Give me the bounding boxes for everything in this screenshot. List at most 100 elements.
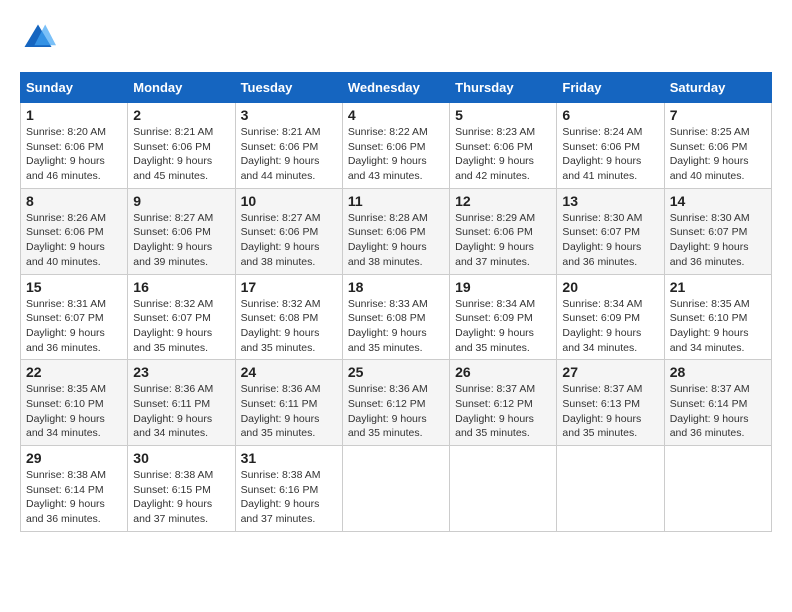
calendar-cell [342,446,449,532]
day-number: 1 [26,107,122,123]
calendar-cell: 7 Sunrise: 8:25 AMSunset: 6:06 PMDayligh… [664,103,771,189]
day-number: 26 [455,364,551,380]
day-info: Sunrise: 8:31 AMSunset: 6:07 PMDaylight:… [26,298,106,354]
day-number: 7 [670,107,766,123]
calendar-cell: 25 Sunrise: 8:36 AMSunset: 6:12 PMDaylig… [342,360,449,446]
day-info: Sunrise: 8:27 AMSunset: 6:06 PMDaylight:… [241,212,321,268]
day-info: Sunrise: 8:36 AMSunset: 6:11 PMDaylight:… [133,383,213,439]
day-info: Sunrise: 8:38 AMSunset: 6:14 PMDaylight:… [26,469,106,525]
day-info: Sunrise: 8:34 AMSunset: 6:09 PMDaylight:… [562,298,642,354]
day-number: 23 [133,364,229,380]
calendar-cell: 17 Sunrise: 8:32 AMSunset: 6:08 PMDaylig… [235,274,342,360]
weekday-header: Wednesday [342,73,449,103]
calendar-cell: 3 Sunrise: 8:21 AMSunset: 6:06 PMDayligh… [235,103,342,189]
day-number: 16 [133,279,229,295]
day-info: Sunrise: 8:38 AMSunset: 6:15 PMDaylight:… [133,469,213,525]
day-number: 24 [241,364,337,380]
calendar-body: 1 Sunrise: 8:20 AMSunset: 6:06 PMDayligh… [21,103,772,532]
day-info: Sunrise: 8:35 AMSunset: 6:10 PMDaylight:… [26,383,106,439]
day-info: Sunrise: 8:22 AMSunset: 6:06 PMDaylight:… [348,126,428,182]
calendar-cell: 24 Sunrise: 8:36 AMSunset: 6:11 PMDaylig… [235,360,342,446]
day-info: Sunrise: 8:23 AMSunset: 6:06 PMDaylight:… [455,126,535,182]
day-info: Sunrise: 8:25 AMSunset: 6:06 PMDaylight:… [670,126,750,182]
calendar-cell: 13 Sunrise: 8:30 AMSunset: 6:07 PMDaylig… [557,188,664,274]
calendar-cell: 29 Sunrise: 8:38 AMSunset: 6:14 PMDaylig… [21,446,128,532]
day-info: Sunrise: 8:29 AMSunset: 6:06 PMDaylight:… [455,212,535,268]
calendar-cell [450,446,557,532]
day-info: Sunrise: 8:37 AMSunset: 6:14 PMDaylight:… [670,383,750,439]
calendar-cell: 4 Sunrise: 8:22 AMSunset: 6:06 PMDayligh… [342,103,449,189]
calendar-week-row: 29 Sunrise: 8:38 AMSunset: 6:14 PMDaylig… [21,446,772,532]
weekday-header: Monday [128,73,235,103]
weekday-header: Friday [557,73,664,103]
calendar-cell: 14 Sunrise: 8:30 AMSunset: 6:07 PMDaylig… [664,188,771,274]
calendar-cell: 10 Sunrise: 8:27 AMSunset: 6:06 PMDaylig… [235,188,342,274]
day-info: Sunrise: 8:21 AMSunset: 6:06 PMDaylight:… [133,126,213,182]
weekday-header: Saturday [664,73,771,103]
day-info: Sunrise: 8:37 AMSunset: 6:12 PMDaylight:… [455,383,535,439]
calendar-cell: 21 Sunrise: 8:35 AMSunset: 6:10 PMDaylig… [664,274,771,360]
day-number: 17 [241,279,337,295]
day-info: Sunrise: 8:26 AMSunset: 6:06 PMDaylight:… [26,212,106,268]
page-container: SundayMondayTuesdayWednesdayThursdayFrid… [20,20,772,532]
calendar-cell: 12 Sunrise: 8:29 AMSunset: 6:06 PMDaylig… [450,188,557,274]
day-info: Sunrise: 8:33 AMSunset: 6:08 PMDaylight:… [348,298,428,354]
calendar-week-row: 15 Sunrise: 8:31 AMSunset: 6:07 PMDaylig… [21,274,772,360]
day-info: Sunrise: 8:36 AMSunset: 6:11 PMDaylight:… [241,383,321,439]
day-number: 29 [26,450,122,466]
day-number: 18 [348,279,444,295]
day-number: 12 [455,193,551,209]
day-number: 20 [562,279,658,295]
day-info: Sunrise: 8:21 AMSunset: 6:06 PMDaylight:… [241,126,321,182]
calendar-cell: 22 Sunrise: 8:35 AMSunset: 6:10 PMDaylig… [21,360,128,446]
calendar-cell: 16 Sunrise: 8:32 AMSunset: 6:07 PMDaylig… [128,274,235,360]
day-number: 27 [562,364,658,380]
day-info: Sunrise: 8:30 AMSunset: 6:07 PMDaylight:… [670,212,750,268]
day-info: Sunrise: 8:32 AMSunset: 6:08 PMDaylight:… [241,298,321,354]
day-number: 31 [241,450,337,466]
calendar-cell [664,446,771,532]
day-number: 15 [26,279,122,295]
header [20,20,772,56]
calendar-header: SundayMondayTuesdayWednesdayThursdayFrid… [21,73,772,103]
calendar-cell: 20 Sunrise: 8:34 AMSunset: 6:09 PMDaylig… [557,274,664,360]
calendar-cell [557,446,664,532]
logo [20,20,60,56]
day-info: Sunrise: 8:34 AMSunset: 6:09 PMDaylight:… [455,298,535,354]
day-number: 28 [670,364,766,380]
day-number: 14 [670,193,766,209]
day-info: Sunrise: 8:38 AMSunset: 6:16 PMDaylight:… [241,469,321,525]
calendar-cell: 15 Sunrise: 8:31 AMSunset: 6:07 PMDaylig… [21,274,128,360]
day-number: 22 [26,364,122,380]
calendar-cell: 5 Sunrise: 8:23 AMSunset: 6:06 PMDayligh… [450,103,557,189]
day-number: 4 [348,107,444,123]
calendar-week-row: 22 Sunrise: 8:35 AMSunset: 6:10 PMDaylig… [21,360,772,446]
weekday-header: Tuesday [235,73,342,103]
calendar-cell: 27 Sunrise: 8:37 AMSunset: 6:13 PMDaylig… [557,360,664,446]
calendar-cell: 2 Sunrise: 8:21 AMSunset: 6:06 PMDayligh… [128,103,235,189]
day-info: Sunrise: 8:30 AMSunset: 6:07 PMDaylight:… [562,212,642,268]
calendar-cell: 9 Sunrise: 8:27 AMSunset: 6:06 PMDayligh… [128,188,235,274]
calendar-cell: 26 Sunrise: 8:37 AMSunset: 6:12 PMDaylig… [450,360,557,446]
day-info: Sunrise: 8:36 AMSunset: 6:12 PMDaylight:… [348,383,428,439]
day-info: Sunrise: 8:28 AMSunset: 6:06 PMDaylight:… [348,212,428,268]
weekday-header: Thursday [450,73,557,103]
day-number: 10 [241,193,337,209]
calendar-cell: 1 Sunrise: 8:20 AMSunset: 6:06 PMDayligh… [21,103,128,189]
calendar-cell: 28 Sunrise: 8:37 AMSunset: 6:14 PMDaylig… [664,360,771,446]
day-info: Sunrise: 8:35 AMSunset: 6:10 PMDaylight:… [670,298,750,354]
day-number: 6 [562,107,658,123]
day-info: Sunrise: 8:27 AMSunset: 6:06 PMDaylight:… [133,212,213,268]
weekday-row: SundayMondayTuesdayWednesdayThursdayFrid… [21,73,772,103]
day-number: 5 [455,107,551,123]
day-number: 8 [26,193,122,209]
day-number: 21 [670,279,766,295]
calendar-week-row: 1 Sunrise: 8:20 AMSunset: 6:06 PMDayligh… [21,103,772,189]
calendar-cell: 23 Sunrise: 8:36 AMSunset: 6:11 PMDaylig… [128,360,235,446]
calendar-week-row: 8 Sunrise: 8:26 AMSunset: 6:06 PMDayligh… [21,188,772,274]
day-number: 9 [133,193,229,209]
day-number: 2 [133,107,229,123]
day-info: Sunrise: 8:20 AMSunset: 6:06 PMDaylight:… [26,126,106,182]
calendar-cell: 8 Sunrise: 8:26 AMSunset: 6:06 PMDayligh… [21,188,128,274]
day-number: 19 [455,279,551,295]
